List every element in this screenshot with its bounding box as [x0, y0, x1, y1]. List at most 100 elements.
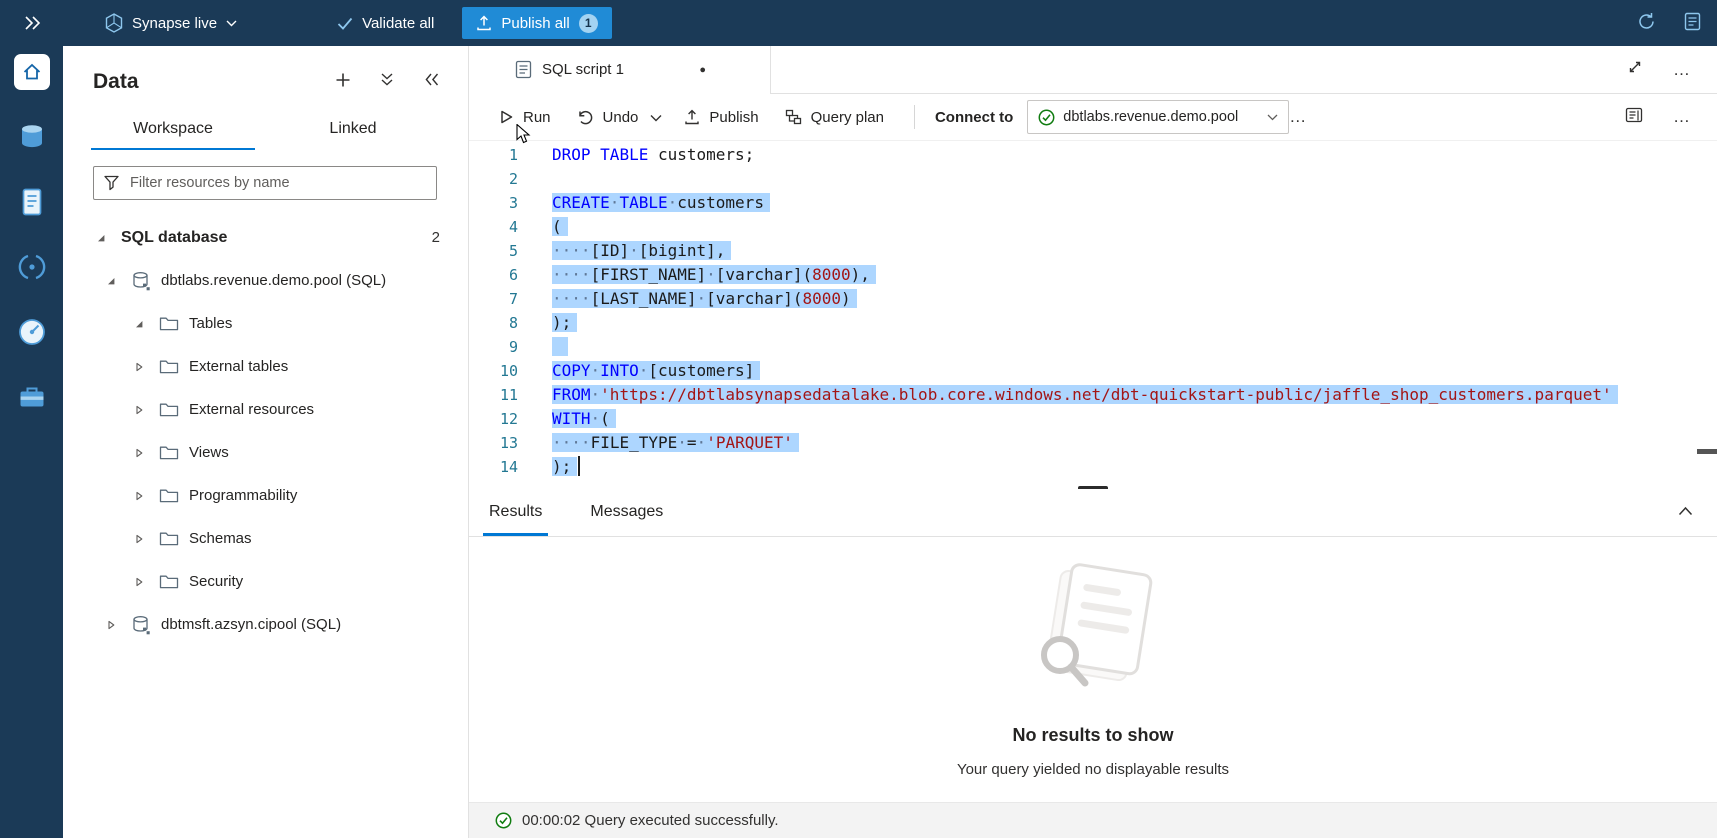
expand-editor-button[interactable]	[1627, 59, 1643, 80]
selection-highlight	[552, 337, 568, 356]
nav-data-button[interactable]	[14, 119, 50, 155]
selection-highlight: ····[ID]·[bigint],	[552, 241, 731, 260]
database-icon	[131, 615, 151, 635]
caret-collapsed-icon[interactable]	[131, 362, 147, 372]
publish-all-button[interactable]: Publish all 1	[462, 7, 611, 39]
tree-item-programmability[interactable]: Programmability	[63, 474, 468, 517]
caret-collapsed-icon[interactable]	[131, 491, 147, 501]
nav-manage-button[interactable]	[14, 379, 50, 415]
tree-item-sql-database[interactable]: SQL database2	[63, 216, 468, 259]
tree-item-label: Security	[189, 573, 243, 590]
item-count: 2	[432, 229, 440, 246]
folder-icon	[159, 531, 179, 547]
undo-button[interactable]: Undo	[577, 109, 639, 126]
caret-collapsed-icon[interactable]	[103, 620, 119, 630]
results-header: Results Messages	[469, 489, 1717, 537]
refresh-button[interactable]	[1637, 12, 1656, 35]
code-line[interactable]: 13····FILE_TYPE·=·'PARQUET'	[469, 431, 1717, 455]
properties-icon	[1625, 107, 1643, 123]
tree-item-tables[interactable]: Tables	[63, 302, 468, 345]
tab-sql-script-1[interactable]: SQL script 1 ●	[469, 46, 771, 93]
connected-check-icon	[1038, 109, 1055, 126]
code-line[interactable]: 3CREATE·TABLE·customers	[469, 191, 1717, 215]
empty-state-subtitle: Your query yielded no displayable result…	[957, 761, 1229, 778]
code-line[interactable]: 4(	[469, 215, 1717, 239]
tree-item-external-resources[interactable]: External resources	[63, 388, 468, 431]
clipboard-button[interactable]	[1684, 12, 1701, 35]
tab-messages[interactable]: Messages	[584, 503, 669, 536]
selection-highlight: COPY·INTO·[customers]	[552, 361, 760, 380]
collapse-results-button[interactable]	[1678, 503, 1693, 521]
editor-scrollbar-thumb[interactable]	[1697, 449, 1717, 454]
double-chevron-right-icon	[23, 16, 41, 30]
caret-expanded-icon[interactable]	[131, 319, 147, 329]
properties-button[interactable]	[1625, 107, 1643, 127]
code-line[interactable]: 9	[469, 335, 1717, 359]
validate-all-button[interactable]: Validate all	[337, 0, 434, 46]
add-resource-button[interactable]	[335, 72, 351, 93]
publish-button[interactable]: Publish	[684, 109, 758, 126]
code-line[interactable]: 11FROM·'https://dbtlabsynapsedatalake.bl…	[469, 383, 1717, 407]
caret-expanded-icon[interactable]	[93, 233, 109, 243]
caret-collapsed-icon[interactable]	[131, 405, 147, 415]
code-line[interactable]: 10COPY·INTO·[customers]	[469, 359, 1717, 383]
main-area: SQL script 1 ● … Run Undo	[469, 46, 1717, 838]
tree-item-security[interactable]: Security	[63, 560, 468, 603]
toolbar-more-button[interactable]: …	[1289, 107, 1307, 127]
selection-highlight: CREATE·TABLE·customers	[552, 193, 770, 212]
run-button[interactable]: Run	[499, 109, 551, 126]
line-content: ····[ID]·[bigint],	[540, 239, 731, 263]
sql-editor[interactable]: 1DROP TABLE customers;23CREATE·TABLE·cus…	[469, 141, 1717, 489]
synapse-live-selector[interactable]: Synapse live	[105, 0, 237, 46]
caret-expanded-icon[interactable]	[103, 276, 119, 286]
nav-integrate-button[interactable]	[14, 249, 50, 285]
tree-item-dbtlabs-revenue-demo-pool-sql[interactable]: dbtlabs.revenue.demo.pool (SQL)	[63, 259, 468, 302]
chevron-down-icon	[1267, 114, 1278, 121]
unsaved-indicator: ●	[699, 64, 706, 76]
nav-monitor-button[interactable]	[14, 314, 50, 350]
tree-item-schemas[interactable]: Schemas	[63, 517, 468, 560]
tree-item-label: dbtmsft.azsyn.cipool (SQL)	[161, 616, 341, 633]
caret-collapsed-icon[interactable]	[131, 448, 147, 458]
line-number: 2	[469, 167, 540, 191]
nav-home-button[interactable]	[14, 54, 50, 90]
code-line[interactable]: 1DROP TABLE customers;	[469, 143, 1717, 167]
database-icon	[17, 122, 47, 152]
collapse-all-button[interactable]	[379, 72, 395, 92]
code-line[interactable]: 6····[FIRST_NAME]·[varchar](8000),	[469, 263, 1717, 287]
line-content	[540, 167, 552, 191]
synapse-studio: Synapse live Validate all Publish all 1	[0, 0, 1717, 838]
editor-tabbar: SQL script 1 ● …	[469, 46, 1717, 94]
line-number: 12	[469, 407, 540, 431]
code-line[interactable]: 12WITH·(	[469, 407, 1717, 431]
code-line[interactable]: 8);	[469, 311, 1717, 335]
caret-collapsed-icon[interactable]	[131, 577, 147, 587]
panel-resize-handle[interactable]	[1078, 486, 1108, 489]
tab-results[interactable]: Results	[483, 503, 548, 536]
line-number: 7	[469, 287, 540, 311]
expand-topnav-button[interactable]	[0, 16, 63, 30]
nav-develop-button[interactable]	[14, 184, 50, 220]
data-panel-header: Data	[63, 46, 468, 94]
undo-dropdown-button[interactable]	[650, 109, 662, 126]
expand-icon	[1627, 59, 1643, 75]
home-icon	[22, 62, 42, 82]
connection-dropdown[interactable]: dbtlabs.revenue.demo.pool	[1027, 100, 1289, 134]
develop-icon	[17, 187, 47, 217]
tab-workspace[interactable]: Workspace	[91, 114, 255, 150]
code-line[interactable]: 7····[LAST_NAME]·[varchar](8000)	[469, 287, 1717, 311]
toolbar-overflow-button[interactable]: …	[1673, 107, 1691, 127]
collapse-panel-button[interactable]	[423, 72, 440, 92]
code-line[interactable]: 5····[ID]·[bigint],	[469, 239, 1717, 263]
code-line[interactable]: 2	[469, 167, 1717, 191]
caret-collapsed-icon[interactable]	[131, 534, 147, 544]
tree-item-dbtmsft-azsyn-cipool-sql[interactable]: dbtmsft.azsyn.cipool (SQL)	[63, 603, 468, 646]
tree-item-external-tables[interactable]: External tables	[63, 345, 468, 388]
tree-item-views[interactable]: Views	[63, 431, 468, 474]
chevron-down-icon	[650, 114, 662, 122]
query-plan-button[interactable]: Query plan	[785, 109, 884, 126]
tabbar-more-button[interactable]: …	[1673, 60, 1691, 80]
filter-resources-input[interactable]	[93, 166, 437, 200]
tab-linked[interactable]: Linked	[271, 114, 435, 150]
code-line[interactable]: 14);	[469, 455, 1717, 479]
